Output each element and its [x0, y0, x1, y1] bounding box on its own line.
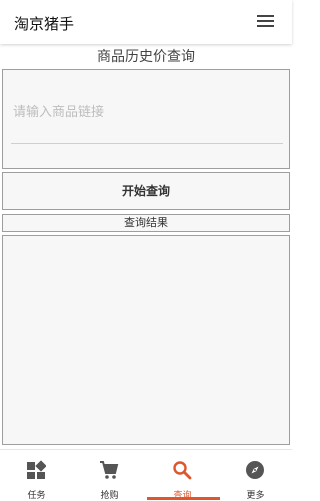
nav-item-more[interactable]: 更多 — [219, 450, 292, 501]
cart-icon — [100, 461, 119, 479]
app-title: 淘京猪手 — [14, 15, 75, 33]
product-link-input[interactable] — [9, 98, 289, 126]
nav-label-flash-sale: 抢购 — [100, 491, 119, 501]
app-bar: 淘京猪手 — [0, 0, 292, 44]
nav-item-flash-sale[interactable]: 抢购 — [73, 450, 146, 501]
query-result-area — [2, 235, 290, 445]
menu-icon[interactable] — [257, 15, 274, 28]
nav-label-more: 更多 — [246, 491, 265, 501]
nav-label-tasks: 任务 — [27, 491, 46, 501]
product-link-input-box[interactable] — [2, 69, 290, 169]
input-underline — [11, 143, 283, 144]
nav-item-query[interactable]: 查询 — [146, 450, 219, 501]
page-title: 商品历史价查询 — [97, 49, 195, 65]
nav-item-tasks[interactable]: 任务 — [0, 450, 73, 501]
search-icon — [173, 461, 192, 480]
dashboard-icon — [27, 460, 46, 479]
start-query-button[interactable]: 开始查询 — [2, 172, 290, 210]
bottom-nav: 任务 抢购 查询 更多 — [0, 449, 292, 501]
query-result-label: 查询结果 — [2, 214, 290, 232]
compass-icon — [246, 461, 264, 479]
